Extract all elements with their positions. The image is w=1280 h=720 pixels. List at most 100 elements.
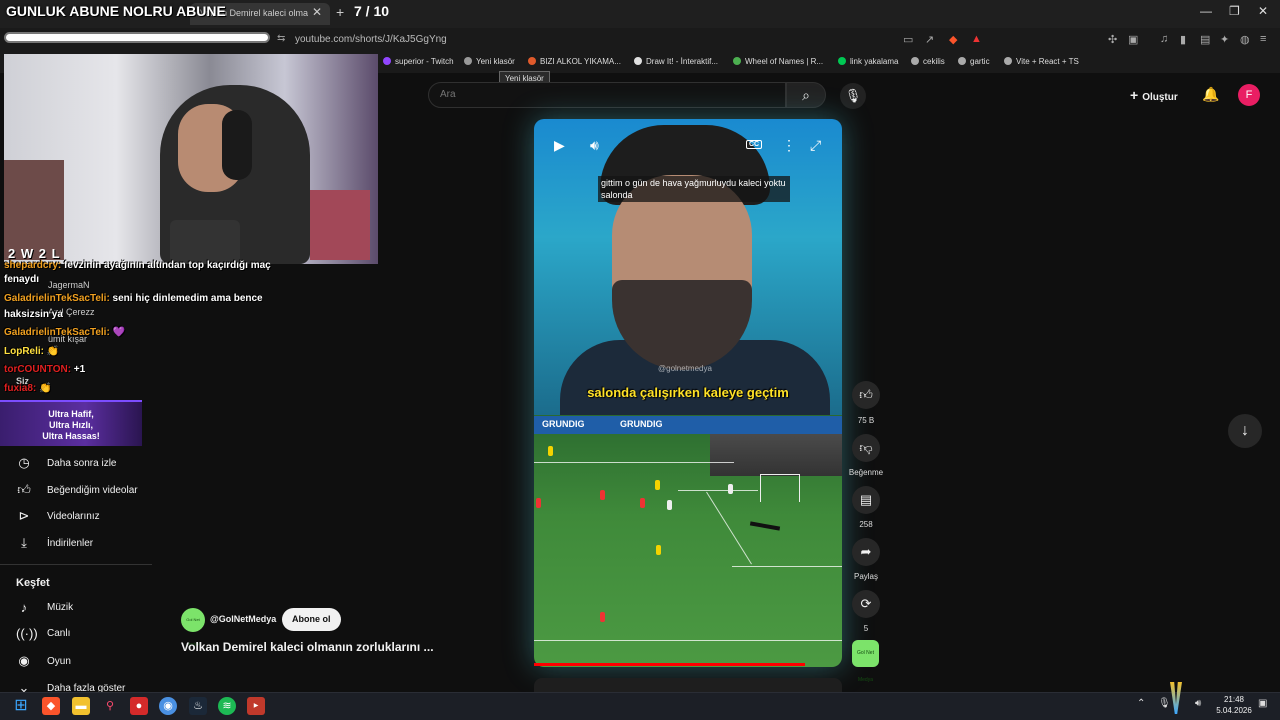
sidebar-item-downloads[interactable]: ⤓ İndirilenler	[16, 535, 93, 551]
bell-icon[interactable]: 🔔	[1202, 86, 1219, 103]
remix-count: 5	[863, 624, 869, 633]
subscribe-button[interactable]: Abone ol	[282, 608, 341, 631]
mic-tray-icon[interactable]: 🎙	[1158, 698, 1171, 709]
goal-net	[760, 474, 800, 502]
notifications-icon[interactable]: ▣	[1258, 698, 1267, 709]
screenshot-icon[interactable]: ▣	[1128, 33, 1138, 46]
bookmark-item[interactable]: gartic	[958, 57, 990, 66]
share-icon[interactable]: ↗	[925, 33, 934, 46]
arrow-down-icon: ↓	[1241, 422, 1249, 439]
next-video-button[interactable]: ↓	[1228, 414, 1262, 448]
sidebar-icon[interactable]: ▮	[1180, 33, 1186, 46]
file-explorer-icon[interactable]: ▬	[72, 697, 90, 715]
video-subtitle: salonda çalışırken kaleye geçtim	[587, 385, 789, 400]
pitch-line	[678, 490, 758, 491]
mic-icon[interactable]: 🎙	[840, 83, 866, 109]
player	[640, 498, 645, 508]
bookmark-item[interactable]: Vite + React + TS	[1004, 57, 1079, 66]
tab-close-icon[interactable]: ✕	[312, 5, 322, 19]
vpn-icon[interactable]: ◍	[1240, 33, 1250, 46]
pin-app-icon[interactable]: ⚲	[101, 697, 119, 715]
pitch-line	[732, 566, 842, 567]
create-button[interactable]: + Oluştur	[1130, 87, 1178, 103]
url-field[interactable]: youtube.com/shorts/J/KaJ5GgYng	[295, 34, 447, 45]
stream-overlay-title: GUNLUK ABUNE NOLRU ABUNE	[6, 3, 226, 19]
disk-app-icon[interactable]: ◉	[159, 697, 177, 715]
volume-tray-icon[interactable]: 🔊︎	[1195, 698, 1201, 709]
sidebar-item-liked[interactable]: 👍︎ Beğendiğim videolar	[16, 482, 137, 498]
sidebar-item-your-videos[interactable]: ⊳ Videolarınız	[16, 508, 100, 524]
brave-icon[interactable]: ◆	[42, 697, 60, 715]
tray-chevron-icon[interactable]: ⌃	[1137, 698, 1145, 709]
bookmark-item[interactable]: Wheel of Names | R...	[733, 57, 823, 66]
rewards-icon[interactable]: ▲	[971, 33, 982, 45]
play-icon[interactable]: ▶	[554, 137, 565, 154]
more-icon[interactable]: ⋮	[782, 137, 796, 154]
video-progress-bar[interactable]	[534, 663, 805, 666]
chat-message: GaladrielinTekSacTeli: seni hiç dinlemed…	[4, 293, 263, 304]
sound-channel-thumb[interactable]: Gol Net Medya	[852, 640, 879, 683]
minimize-icon[interactable]: —	[1200, 4, 1212, 18]
chat-message: GaladrielinTekSacTeli: 💜	[4, 327, 125, 338]
chat-text: 👏	[44, 346, 60, 357]
video-watermark: @golnetmedya	[658, 364, 712, 373]
sidebar-item-music[interactable]: ♪ Müzik	[16, 600, 73, 615]
win-loss-score: 2 W 2 L	[8, 246, 61, 261]
bookmark-item[interactable]: link yakalama	[838, 57, 898, 66]
ad-banner: Ultra Hafif, Ultra Hızlı, Ultra Hassas!	[0, 400, 142, 446]
channel-handle[interactable]: @GolNetMedya	[210, 614, 276, 624]
chat-message: fuxia8: 👏	[4, 383, 51, 394]
leo-icon[interactable]: ✦	[1220, 33, 1229, 46]
share-button[interactable]: ➦	[852, 538, 880, 566]
bookmark-favicon-icon	[1004, 57, 1012, 65]
music-icon[interactable]: ♫	[1160, 33, 1168, 45]
board-text: GRUNDIG	[542, 419, 585, 429]
steam-icon[interactable]: ♨	[189, 697, 207, 715]
like-button[interactable]: 👍︎	[852, 381, 880, 409]
player	[600, 490, 605, 500]
cc-icon[interactable]: CC	[746, 140, 763, 149]
comments-button[interactable]: ▤	[852, 486, 880, 514]
bookmark-item[interactable]: superior - Twitch	[383, 57, 454, 66]
fullscreen-icon[interactable]: ⤢	[810, 137, 821, 154]
spotify-icon[interactable]: ≋	[218, 697, 236, 715]
sidebar-item-watch-later[interactable]: ◷ Daha sonra izle	[16, 455, 116, 471]
brave-shield-icon[interactable]: ◆	[949, 33, 957, 46]
player	[600, 612, 605, 622]
close-window-icon[interactable]: ✕	[1258, 4, 1268, 18]
sidebar-sub[interactable]: JagermaN	[48, 280, 90, 290]
chat-username: torCOUNTON:	[4, 364, 72, 375]
player	[728, 484, 733, 494]
extensions-icon[interactable]: ✣	[1108, 33, 1117, 46]
chat-message: shepardcry: fevzinin ayağının altından t…	[4, 260, 271, 271]
search-input[interactable]	[440, 89, 760, 100]
avatar[interactable]: F	[1238, 84, 1260, 106]
bookmark-item[interactable]: Yeni klasör	[464, 57, 515, 66]
wallet-icon[interactable]: ▤	[1200, 33, 1210, 46]
bookmark-item[interactable]: BIZI ALKOL YIKAMA...	[528, 57, 621, 66]
volume-icon[interactable]: 🔊︎	[590, 137, 599, 154]
windows-start-icon[interactable]: ⊞	[12, 697, 30, 715]
chat-username: GaladrielinTekSacTeli:	[4, 327, 110, 338]
sidebar-item-live[interactable]: ((·)) Canlı	[16, 626, 70, 641]
new-tab-button[interactable]: +	[336, 4, 344, 20]
search-button[interactable]: ⌕	[786, 82, 826, 108]
maximize-icon[interactable]: ❐	[1229, 4, 1240, 18]
dislike-button[interactable]: 👎︎	[852, 434, 880, 462]
channel-avatar[interactable]: Gol Net Medya	[181, 608, 205, 646]
menu-icon[interactable]: ≡	[1260, 33, 1266, 45]
chat-username: fuxia8:	[4, 383, 37, 394]
next-short-preview[interactable]	[534, 678, 842, 692]
taskbar-clock[interactable]: 21:48 5.04.2026	[1212, 694, 1256, 716]
movie-maker-icon[interactable]: ▶	[247, 697, 265, 715]
bookmark-item[interactable]: cekilis	[911, 57, 945, 66]
player	[536, 498, 541, 508]
remix-button[interactable]: ⟳	[852, 590, 880, 618]
video-title[interactable]: Volkan Demirel kaleci olmanın zorlukları…	[181, 640, 434, 654]
cast-icon[interactable]: ▭	[903, 33, 913, 46]
bookmark-item[interactable]: Draw It! - İnteraktif...	[634, 57, 718, 66]
sidebar-item-gaming[interactable]: ◉ Oyun	[16, 653, 71, 669]
chat-message: fenaydı	[4, 274, 39, 285]
site-settings-icon[interactable]: ⇆	[277, 33, 285, 44]
record-app-icon[interactable]: ●	[130, 697, 148, 715]
